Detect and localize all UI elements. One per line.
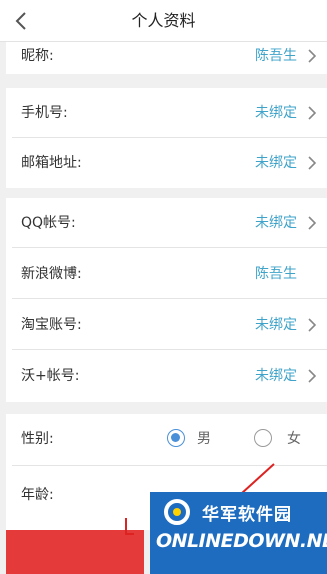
wo-label: 沃+帐号: xyxy=(21,368,80,384)
weibo-label: 新浪微博: xyxy=(21,266,82,282)
page-title: 个人资料 xyxy=(131,11,196,30)
watermark-logo: 华军软件园 ONLINEDOWN.NET xyxy=(150,492,327,574)
chevron-left-icon xyxy=(15,12,26,30)
qq-label: QQ帐号: xyxy=(21,215,76,231)
weibo-row[interactable]: 新浪微博: 陈吾生 xyxy=(6,249,327,299)
gender-label: 性别: xyxy=(21,431,54,447)
qq-value: 未绑定 xyxy=(255,215,297,231)
phone-value: 未绑定 xyxy=(255,105,297,121)
age-label: 年龄: xyxy=(21,487,54,503)
taobao-label: 淘宝账号: xyxy=(21,317,82,333)
email-label: 邮箱地址: xyxy=(21,155,82,171)
nickname-group: 昵称: 陈吾生 xyxy=(6,42,327,74)
accounts-group: QQ帐号: 未绑定 新浪微博: 陈吾生 淘宝账号: 未绑定 沃+帐号: 未绑定 xyxy=(6,198,327,402)
onlinedown-logo-icon xyxy=(164,499,190,525)
contact-group: 手机号: 未绑定 邮箱地址: 未绑定 xyxy=(6,88,327,188)
taobao-row[interactable]: 淘宝账号: 未绑定 xyxy=(6,300,327,350)
nickname-row[interactable]: 昵称: 陈吾生 xyxy=(6,42,327,74)
watermark-cn-text: 华军软件园 xyxy=(202,505,292,525)
email-row[interactable]: 邮箱地址: 未绑定 xyxy=(6,138,327,188)
qq-row[interactable]: QQ帐号: 未绑定 xyxy=(6,198,327,248)
top-bar: 个人资料 xyxy=(0,0,327,42)
phone-row[interactable]: 手机号: 未绑定 xyxy=(6,88,327,138)
nickname-value: 陈吾生 xyxy=(255,48,297,64)
taobao-value: 未绑定 xyxy=(255,317,297,333)
chevron-right-icon xyxy=(308,216,317,230)
wo-row[interactable]: 沃+帐号: 未绑定 xyxy=(6,351,327,401)
chevron-right-icon xyxy=(308,156,317,170)
watermark-en-text: ONLINEDOWN.NET xyxy=(156,530,327,552)
weibo-value: 陈吾生 xyxy=(255,266,297,282)
chevron-right-icon xyxy=(308,318,317,332)
chevron-right-icon xyxy=(308,369,317,383)
email-value: 未绑定 xyxy=(255,155,297,171)
gender-male-label[interactable]: 男 xyxy=(197,414,211,464)
gender-female-radio[interactable] xyxy=(254,429,272,447)
gender-row: 性别: 男 女 xyxy=(6,414,327,466)
chevron-right-icon xyxy=(308,49,317,63)
gender-female-label[interactable]: 女 xyxy=(287,414,301,464)
phone-label: 手机号: xyxy=(21,105,68,121)
chevron-right-icon xyxy=(308,106,317,120)
back-button[interactable] xyxy=(0,0,42,42)
nickname-label: 昵称: xyxy=(21,48,54,64)
wo-value: 未绑定 xyxy=(255,368,297,384)
gender-male-radio[interactable] xyxy=(167,429,185,447)
